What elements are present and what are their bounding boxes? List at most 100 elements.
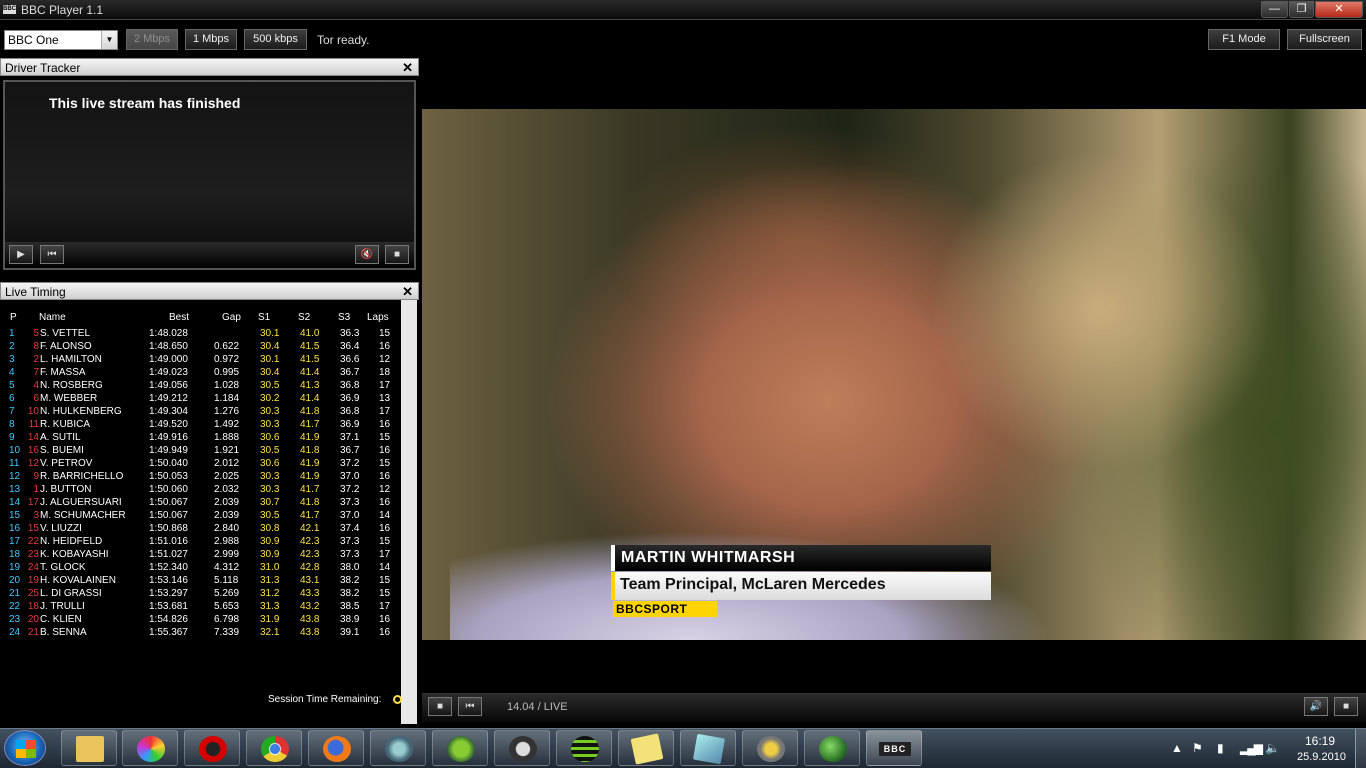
cell-gap: 2.039 [214,497,240,508]
close-icon[interactable]: ✕ [402,283,413,301]
start-button[interactable] [4,730,46,766]
opera-task[interactable] [184,730,240,766]
android-icon [447,736,475,762]
cell-num: 6 [33,393,39,404]
cell-pos: 14 [9,497,21,508]
cell-name: S. VETTEL [40,328,91,339]
picasa-task[interactable] [122,730,178,766]
cell-s1: 30.6 [260,458,280,469]
bitrate-2mbps-button[interactable]: 2 Mbps [126,29,178,50]
cell-best: 1:52.340 [149,562,188,573]
cell-num: 1 [33,484,39,495]
cell-pos: 7 [9,406,15,417]
flag-icon[interactable]: ⚑ [1192,741,1203,755]
mute-icon[interactable]: 🔇 [355,245,379,264]
spotify-task[interactable] [556,730,612,766]
play-icon[interactable]: ▶ [9,245,33,264]
globe-task[interactable] [804,730,860,766]
skip-back-icon[interactable]: ⏮ [458,697,482,716]
col-header-s3: S3 [338,312,351,323]
cell-num: 5 [33,328,39,339]
maximize-button[interactable]: ❐ [1289,1,1314,18]
explorer-task[interactable] [61,730,117,766]
cell-gap: 4.312 [214,562,240,573]
cell-best: 1:50.067 [149,510,188,521]
bbc-player-task[interactable]: BBC [866,730,922,766]
table-row: 7 10 N. HULKENBERG 1:49.304 1.276 30.3 41.8 36.… [3,405,401,418]
cell-gap: 5.269 [214,588,240,599]
cell-name: L. DI GRASSI [40,588,102,599]
cell-s3: 38.2 [340,575,360,586]
cell-num: 11 [28,419,39,430]
cell-gap: 2.039 [214,510,240,521]
cell-s2: 42.3 [300,549,320,560]
tor-status: Tor ready. [317,33,370,47]
speaker-icon[interactable]: 🔈 [1265,741,1280,755]
volume-icon[interactable]: 🔊 [1304,697,1328,716]
bitrate-1mbps-button[interactable]: 1 Mbps [185,29,237,50]
col-header-gap: Gap [222,312,241,323]
chrome-icon [261,736,289,762]
fox-icon [509,736,537,762]
cell-num: 24 [27,562,39,573]
cell-s1: 31.3 [260,575,280,586]
show-desktop-button[interactable] [1355,729,1366,768]
cell-laps: 15 [379,328,391,339]
cell-name: N. ROSBERG [40,380,103,391]
tracker-controls: ▶ ⏮ 🔇 ■ [5,242,414,268]
table-row: 4 7 F. MASSA 1:49.023 0.995 30.4 41.4 36.7 18 [3,366,401,379]
fullscreen-icon[interactable]: ■ [385,245,409,264]
close-button[interactable]: ✕ [1315,1,1363,18]
minimize-button[interactable]: — [1261,1,1288,18]
signal-icon[interactable]: ▂▄▆ [1240,741,1263,755]
network-task[interactable] [370,730,426,766]
fullscreen-icon[interactable]: ■ [1334,697,1358,716]
chrome-task[interactable] [246,730,302,766]
show-hidden-icons[interactable]: ▲ [1171,741,1183,755]
cell-s3: 36.9 [340,419,360,430]
cell-pos: 8 [9,419,15,430]
app-task-green[interactable] [432,730,488,766]
close-icon[interactable]: ✕ [402,59,413,77]
cell-best: 1:49.916 [149,432,188,443]
cell-laps: 16 [379,419,391,430]
cell-name: S. BUEMI [40,445,84,456]
stop-icon[interactable]: ■ [428,697,452,716]
cell-pos: 19 [9,562,21,573]
cell-s3: 36.4 [340,341,360,352]
cell-s3: 36.7 [340,367,360,378]
f1-mode-button[interactable]: F1 Mode [1208,29,1280,50]
cell-num: 14 [27,432,39,443]
cell-pos: 16 [9,523,21,534]
chevron-down-icon[interactable]: ▼ [101,31,117,49]
power-icon[interactable]: ▮ [1217,741,1224,755]
cell-gap: 2.032 [214,484,240,495]
firefox-task[interactable] [308,730,364,766]
cell-best: 1:50.067 [149,497,188,508]
skip-back-icon[interactable]: ⏮ [40,245,64,264]
clock-time[interactable]: 16:19 [1305,734,1335,748]
fullscreen-button[interactable]: Fullscreen [1287,29,1362,50]
bitrate-500kbps-button[interactable]: 500 kbps [244,29,307,50]
cell-num: 10 [27,406,39,417]
cell-gap: 7.339 [214,627,240,638]
cell-gap: 2.840 [214,523,240,534]
cell-num: 9 [33,471,39,482]
channel-select[interactable]: BBC One ▼ [4,30,118,50]
cell-s2: 43.3 [300,588,320,599]
timing-scrollbar[interactable] [401,300,417,724]
notes-task[interactable] [618,730,674,766]
cell-s2: 41.9 [300,432,320,443]
cell-name: H. KOVALAINEN [40,575,116,586]
journal-task[interactable] [680,730,736,766]
app-task-fox[interactable] [494,730,550,766]
cell-pos: 11 [9,458,20,469]
admin-task[interactable] [742,730,798,766]
playback-time: 14.04 / LIVE [507,701,568,713]
clock-date[interactable]: 25.9.2010 [1297,751,1346,763]
cell-s3: 37.3 [340,549,360,560]
cell-best: 1:55.367 [149,627,188,638]
cell-num: 21 [27,627,39,638]
cell-laps: 16 [379,523,391,534]
cell-s2: 41.9 [300,471,320,482]
